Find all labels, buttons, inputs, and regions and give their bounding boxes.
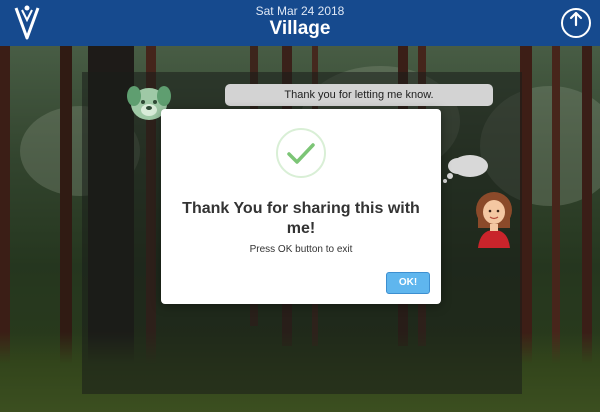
thought-bubble-icon (443, 155, 488, 183)
success-dialog: Thank You for sharing this with me! Pres… (161, 109, 441, 304)
checkmark-circle-icon (276, 128, 326, 178)
incoming-message-bubble: Thank you for letting me know. (225, 84, 493, 106)
dialog-message: Press OK button to exit (249, 244, 353, 255)
top-bar: Sat Mar 24 2018 Village (0, 0, 600, 46)
dialog-title: Thank You for sharing this with me! (182, 200, 420, 237)
page-title: Village (269, 18, 331, 39)
power-icon[interactable] (560, 7, 592, 39)
girl-avatar (476, 192, 512, 248)
ok-button[interactable]: OK! (386, 272, 430, 294)
date-label: Sat Mar 24 2018 (255, 4, 345, 18)
